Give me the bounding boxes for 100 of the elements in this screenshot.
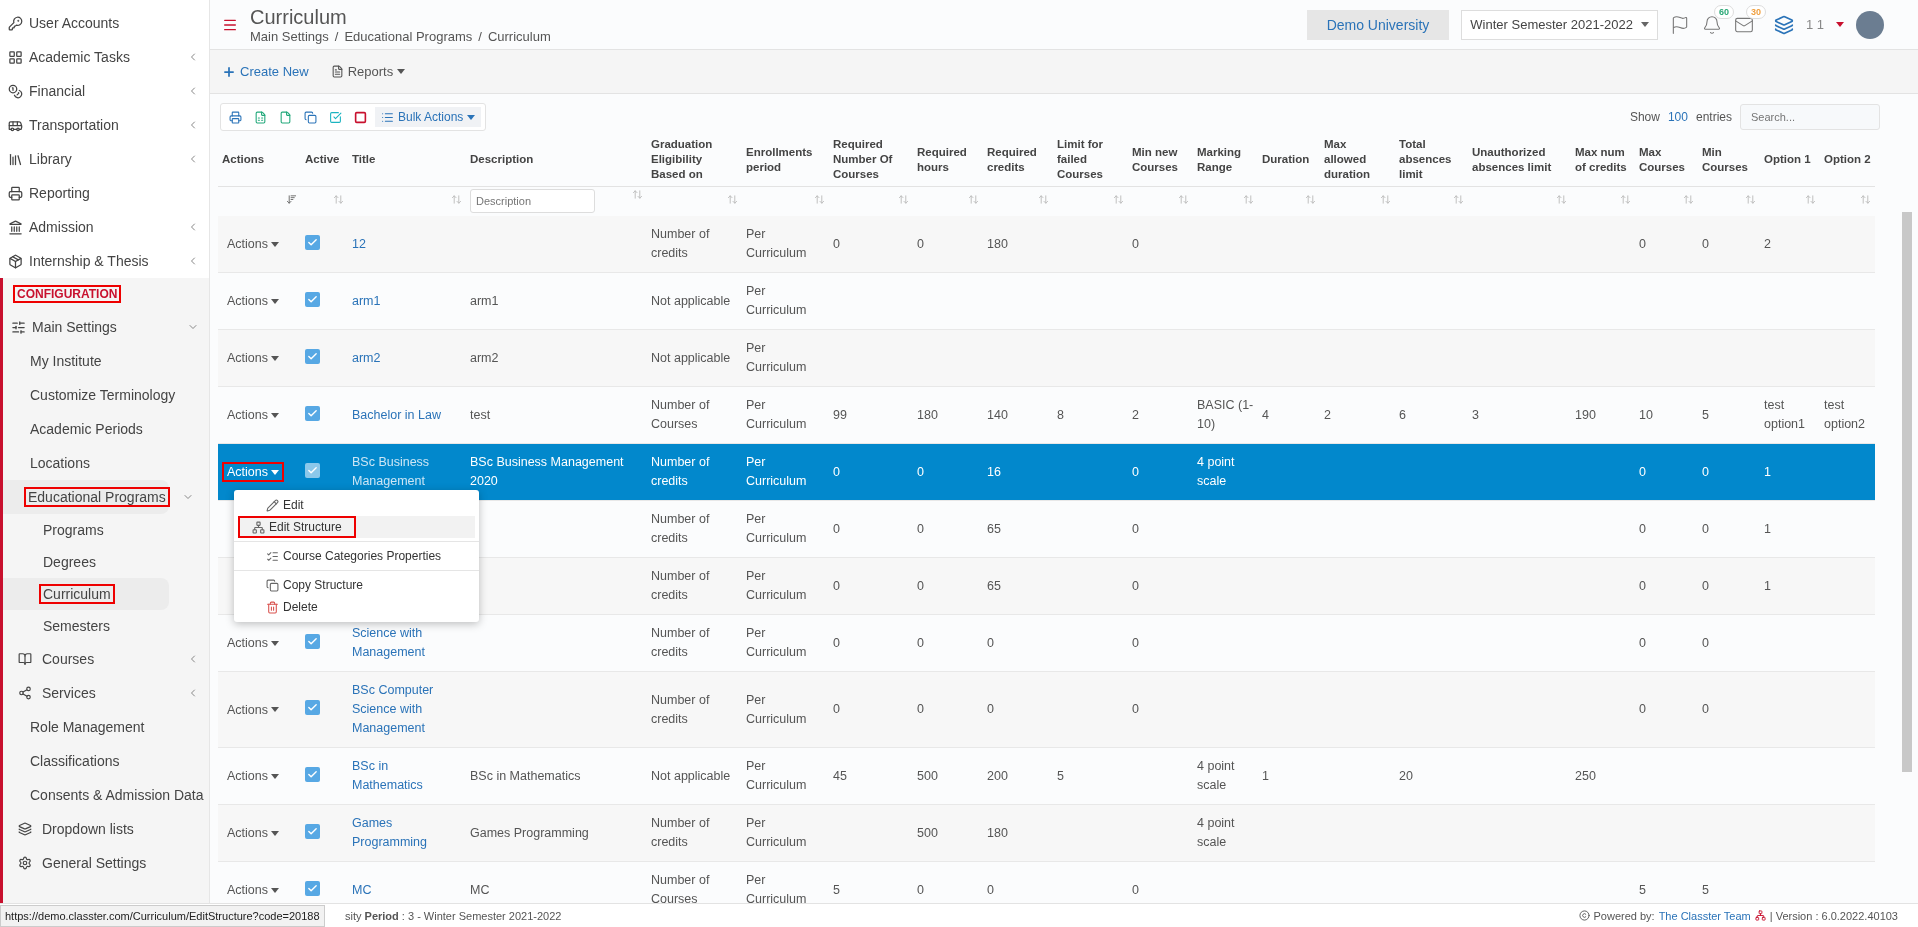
sidebar-item[interactable]: General Settings	[3, 846, 209, 880]
actions-dropdown[interactable]: Actions	[222, 234, 284, 254]
semester-select[interactable]: Winter Semester 2021-2022	[1461, 9, 1658, 40]
create-new-button[interactable]: Create New	[222, 64, 309, 79]
search-field[interactable]: Search...	[1740, 104, 1880, 130]
actions-dropdown[interactable]: Actions	[222, 699, 284, 720]
table-row[interactable]: Actions BSc in Mathematics BSc in Mathematics Not applicable Per Curriculum 45 500 200 5 4 point scale 1 20 250	[218, 747, 1875, 805]
column-header[interactable]: Min new Courses	[1128, 134, 1193, 186]
actions-dropdown[interactable]: Actions	[222, 766, 284, 786]
column-header[interactable]: Total absences limit	[1395, 134, 1468, 186]
column-header[interactable]: Description	[466, 134, 647, 186]
title-link[interactable]: MC	[352, 880, 462, 900]
reports-button[interactable]: Reports	[330, 64, 406, 79]
title-link[interactable]: arm1	[352, 291, 462, 311]
sidebar-item[interactable]: Internship & Thesis	[0, 244, 209, 278]
scrollbar[interactable]	[1902, 212, 1912, 772]
actions-dropdown[interactable]: Actions	[222, 348, 284, 368]
title-link[interactable]: BSc Computer Science with Management	[352, 681, 462, 738]
layers-icon[interactable]	[1773, 14, 1794, 35]
menu-item[interactable]: Copy Structure	[234, 574, 479, 596]
sidebar-item[interactable]: User Accounts	[0, 6, 209, 40]
column-header[interactable]: Required Number Of Courses	[829, 134, 913, 186]
active-checkbox[interactable]	[305, 462, 320, 478]
column-header[interactable]: Max num of credits	[1571, 134, 1635, 186]
sidebar-subitem[interactable]: Degrees	[3, 546, 209, 578]
title-link[interactable]: BSc in Mathematics	[352, 757, 462, 795]
column-header[interactable]: Graduation Eligibility Based on	[647, 134, 742, 186]
title-link[interactable]: Bachelor in Law	[352, 405, 462, 425]
sidebar-item[interactable]: My Institute	[3, 344, 209, 378]
sidebar-item[interactable]: Role Management	[3, 710, 209, 744]
active-checkbox[interactable]	[305, 880, 320, 896]
table-row[interactable]: Actions Science with Management Number of credits Per Curriculum 0 0 0 0 0 0	[218, 614, 1875, 672]
sidebar-subitem[interactable]: Curriculum	[3, 578, 169, 610]
sidebar-item[interactable]: Admission	[0, 210, 209, 244]
active-checkbox[interactable]	[305, 291, 320, 307]
sidebar-item[interactable]: Consents & Admission Data	[3, 778, 209, 812]
sidebar-item[interactable]: Transportation	[0, 108, 209, 142]
sidebar-item[interactable]: Courses	[3, 642, 209, 676]
column-header[interactable]: Min Courses	[1698, 134, 1760, 186]
actions-dropdown[interactable]: Actions	[222, 462, 284, 482]
column-header[interactable]: Limit for failed Courses	[1053, 134, 1128, 186]
active-checkbox[interactable]	[305, 348, 320, 364]
column-header[interactable]: Enrollments period	[742, 134, 829, 186]
table-row[interactable]: Actions arm1 arm1 Not applicable Per Curriculum	[218, 272, 1875, 330]
filter-field[interactable]: Description	[470, 189, 595, 214]
user-name[interactable]: 1 1	[1805, 17, 1824, 32]
sidebar-item[interactable]: Library	[0, 142, 209, 176]
column-header[interactable]: Marking Range	[1193, 134, 1258, 186]
active-checkbox[interactable]	[305, 700, 320, 715]
actions-dropdown[interactable]: Actions	[222, 291, 284, 311]
breadcrumb[interactable]: Educational Programs	[344, 29, 473, 44]
sidebar-item[interactable]: Academic Tasks	[0, 40, 209, 74]
title-link[interactable]: Science with Management	[352, 624, 462, 662]
page-size-select[interactable]: 100	[1667, 110, 1688, 124]
avatar[interactable]	[1856, 10, 1884, 39]
column-header[interactable]: Option 2	[1820, 134, 1875, 186]
active-checkbox[interactable]	[305, 405, 320, 421]
actions-dropdown[interactable]: Actions	[222, 405, 284, 425]
actions-dropdown[interactable]: Actions	[222, 633, 284, 653]
active-checkbox[interactable]	[305, 766, 320, 782]
bell-icon[interactable]	[1701, 14, 1722, 35]
sidebar-subitem[interactable]: Semesters	[3, 610, 209, 642]
sidebar-item[interactable]: Main Settings	[3, 310, 209, 344]
column-header[interactable]: Max allowed duration	[1320, 134, 1395, 186]
table-row[interactable]: Actions BSc Computer Science with Management Number of credits Per Curriculum 0 0 0 0 0 0	[218, 671, 1875, 748]
title-link[interactable]: arm2	[352, 348, 462, 368]
column-header[interactable]: Active	[301, 134, 348, 186]
sidebar-item[interactable]: Customize Terminology	[3, 378, 209, 412]
column-header[interactable]: Actions	[218, 134, 301, 186]
sidebar-item[interactable]: Dropdown lists	[3, 812, 209, 846]
column-header[interactable]: Title	[348, 134, 466, 186]
active-checkbox[interactable]	[305, 823, 320, 839]
table-row[interactable]: Actions 12 Number of credits Per Curriculum 0 0 180 0 0 0 2	[218, 216, 1875, 273]
active-checkbox[interactable]	[305, 234, 320, 250]
active-checkbox[interactable]	[305, 633, 320, 649]
table-row[interactable]: Actions arm2 arm2 Not applicable Per Curriculum	[218, 329, 1875, 387]
sidebar-item[interactable]: Services	[3, 676, 209, 710]
institution-button[interactable]: Demo University	[1306, 9, 1450, 40]
sidebar-subitem[interactable]: Programs	[3, 514, 209, 546]
sidebar-item[interactable]: Academic Periods	[3, 412, 209, 446]
sidebar-item[interactable]: Reporting	[0, 176, 209, 210]
column-header[interactable]: Option 1	[1760, 134, 1820, 186]
sidebar-item[interactable]: Financial	[0, 74, 209, 108]
actions-dropdown[interactable]: Actions	[222, 880, 284, 900]
table-row[interactable]: Actions Games Programming Games Programming Number of credits Per Curriculum 500 180 4 point scale	[218, 804, 1875, 862]
title-link[interactable]: Games Programming	[352, 814, 462, 852]
column-header[interactable]: Unauthorized absences limit	[1468, 134, 1571, 186]
sort-icon[interactable]	[286, 194, 297, 206]
team-link[interactable]: The Classter Team	[1658, 909, 1751, 922]
column-header[interactable]: Required hours	[913, 134, 983, 186]
sidebar-item[interactable]: Classifications	[3, 744, 209, 778]
column-header[interactable]: Required credits	[983, 134, 1053, 186]
menu-item[interactable]: Edit Structure	[238, 516, 475, 538]
sidebar-item[interactable]: Locations	[3, 446, 209, 480]
column-header[interactable]: Duration	[1258, 134, 1320, 186]
title-link[interactable]: 12	[352, 234, 462, 254]
bulk-actions-button[interactable]: Bulk Actions	[375, 107, 482, 127]
actions-dropdown[interactable]: Actions	[222, 823, 284, 843]
breadcrumb[interactable]: Curriculum	[487, 29, 551, 44]
column-header[interactable]: Max Courses	[1635, 134, 1698, 186]
